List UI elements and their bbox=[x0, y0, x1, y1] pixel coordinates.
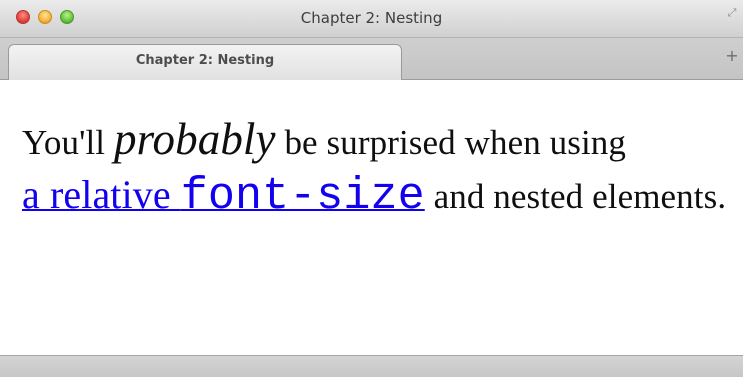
page-content: You'll probably be surprised when using … bbox=[0, 80, 743, 355]
window-title: Chapter 2: Nesting bbox=[300, 9, 443, 27]
relative-font-size-link[interactable]: a relative font-size bbox=[22, 172, 425, 219]
browser-window: Chapter 2: Nesting ⤢ Chapter 2: Nesting … bbox=[0, 0, 743, 377]
text-before-emphasis: You'll bbox=[22, 123, 114, 162]
tab-chapter-2-nesting[interactable]: Chapter 2: Nesting bbox=[8, 44, 402, 80]
fullscreen-icon[interactable]: ⤢ bbox=[725, 6, 739, 20]
new-tab-button[interactable]: + bbox=[723, 47, 741, 65]
link-code-text: font-size bbox=[180, 171, 425, 222]
tab-label: Chapter 2: Nesting bbox=[135, 53, 275, 68]
title-bar[interactable]: Chapter 2: Nesting ⤢ bbox=[0, 0, 743, 38]
tab-strip: Chapter 2: Nesting + bbox=[0, 38, 743, 80]
emphasis-text: probably bbox=[113, 114, 276, 164]
text-after-emphasis: be surprised when using bbox=[275, 123, 627, 162]
content-paragraph: You'll probably be surprised when using … bbox=[22, 116, 732, 224]
status-bar bbox=[0, 355, 743, 377]
link-text-part1: a relative bbox=[22, 172, 181, 217]
text-after-link: and nested elements. bbox=[424, 177, 727, 216]
